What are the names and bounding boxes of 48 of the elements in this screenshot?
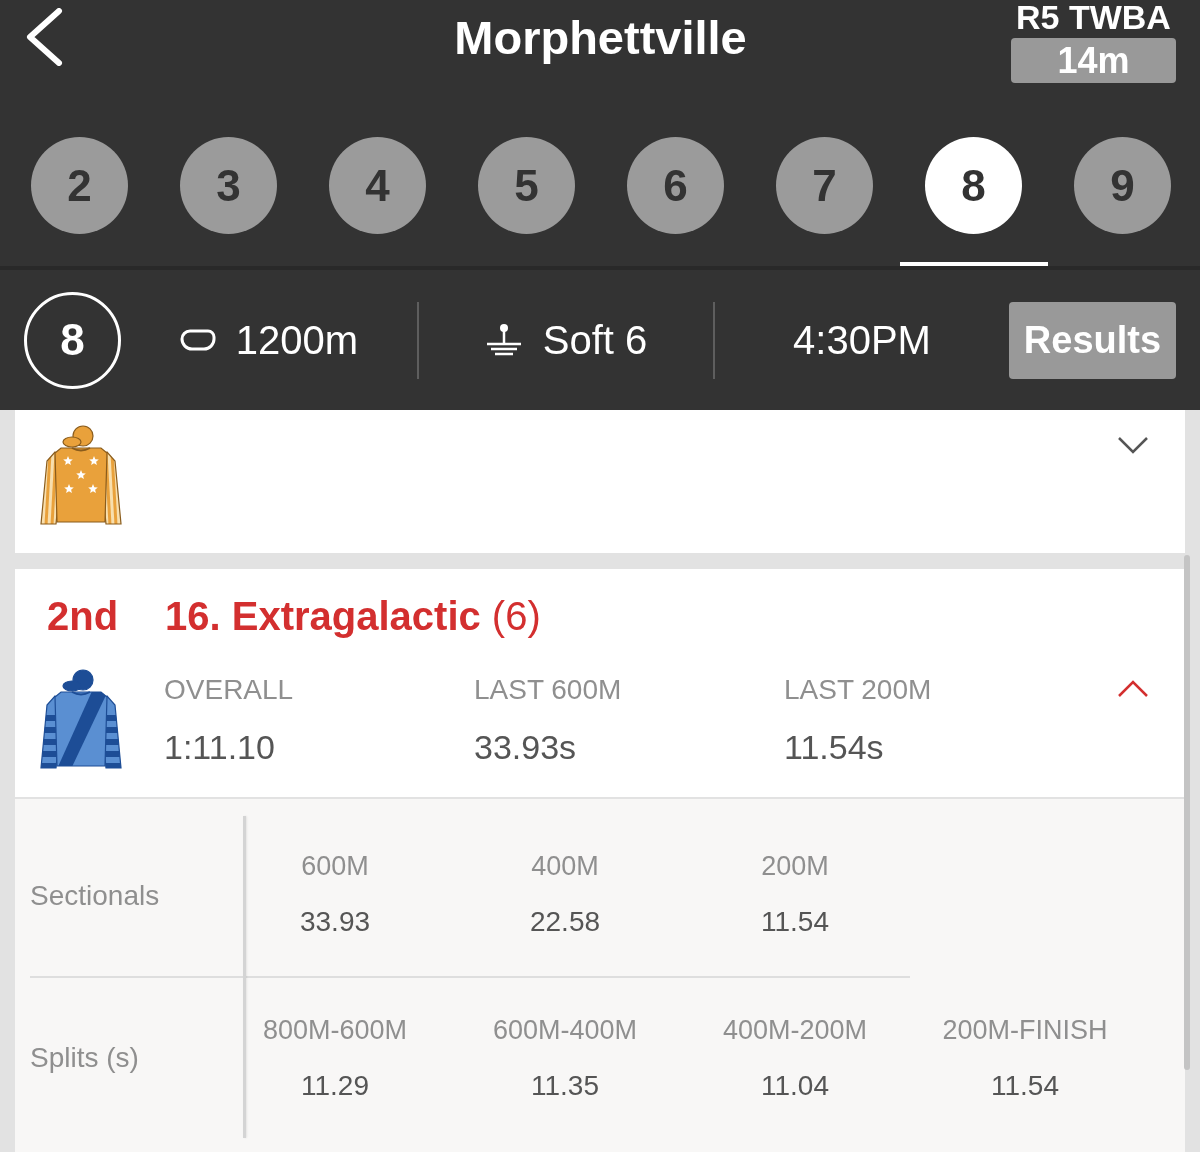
results-button[interactable]: Results xyxy=(1009,301,1176,379)
time-value: 11.04 xyxy=(761,1069,829,1103)
stat-label: LAST 200M xyxy=(784,673,933,707)
next-race-label: R5 TWBA xyxy=(1016,0,1171,34)
stat-value: 11.54s xyxy=(784,727,885,767)
time-value: 22.58 xyxy=(529,905,601,939)
time-value: 11.29 xyxy=(301,1069,369,1103)
race-tab[interactable]: 4 xyxy=(329,137,426,234)
venue-title: Morphettville xyxy=(454,10,747,66)
runner-name: 16. Extragalactic (6) xyxy=(165,593,541,640)
race-tab[interactable]: 2 xyxy=(31,137,128,234)
countdown-badge: 14m xyxy=(1011,38,1176,83)
distance-label: 600M-400M xyxy=(492,1014,638,1047)
race-number: 8 xyxy=(24,291,121,389)
time-value: 11.54 xyxy=(761,905,829,939)
distance-label: 200M xyxy=(761,850,829,883)
distance-label: 600M xyxy=(301,850,369,883)
ground-icon xyxy=(484,323,523,357)
stat-label: OVERALL xyxy=(164,673,295,707)
race-tab[interactable]: 9 xyxy=(1074,137,1171,234)
race-tab[interactable]: 3 xyxy=(180,137,277,234)
track-icon xyxy=(179,328,216,352)
race-tab[interactable]: 8 xyxy=(925,137,1022,234)
stat-value: 1:11.10 xyxy=(164,727,276,767)
finish-position: 2nd xyxy=(47,593,120,640)
time-value: 11.35 xyxy=(531,1069,599,1103)
stat-value: 33.93s xyxy=(474,727,578,767)
distance-label: 400M-200M xyxy=(722,1014,868,1047)
race-distance: 1200m xyxy=(235,317,359,363)
row-label: Sectionals xyxy=(30,880,161,912)
row-label: Splits (s) xyxy=(30,1042,140,1074)
stat-label: LAST 600M xyxy=(474,673,623,707)
scrollbar-thumb[interactable] xyxy=(1184,555,1190,1070)
race-tab[interactable]: 6 xyxy=(627,137,724,234)
start-time: 4:30PM xyxy=(793,317,931,363)
race-tab[interactable]: 7 xyxy=(776,137,873,234)
jockey-silks-icon xyxy=(38,669,124,769)
time-value: 11.54 xyxy=(991,1069,1059,1103)
race-tab[interactable]: 5 xyxy=(478,137,575,234)
distance-label: 400M xyxy=(531,850,599,883)
distance-label: 200M-FINISH xyxy=(942,1014,1108,1047)
time-value: 33.93 xyxy=(299,905,371,939)
chevron-up-icon[interactable] xyxy=(1116,679,1150,699)
chevron-down-icon[interactable] xyxy=(1116,435,1150,455)
track-condition: Soft 6 xyxy=(542,317,648,363)
jockey-silks-icon xyxy=(38,425,124,525)
distance-label: 800M-600M xyxy=(262,1014,408,1047)
back-icon[interactable] xyxy=(25,8,63,66)
